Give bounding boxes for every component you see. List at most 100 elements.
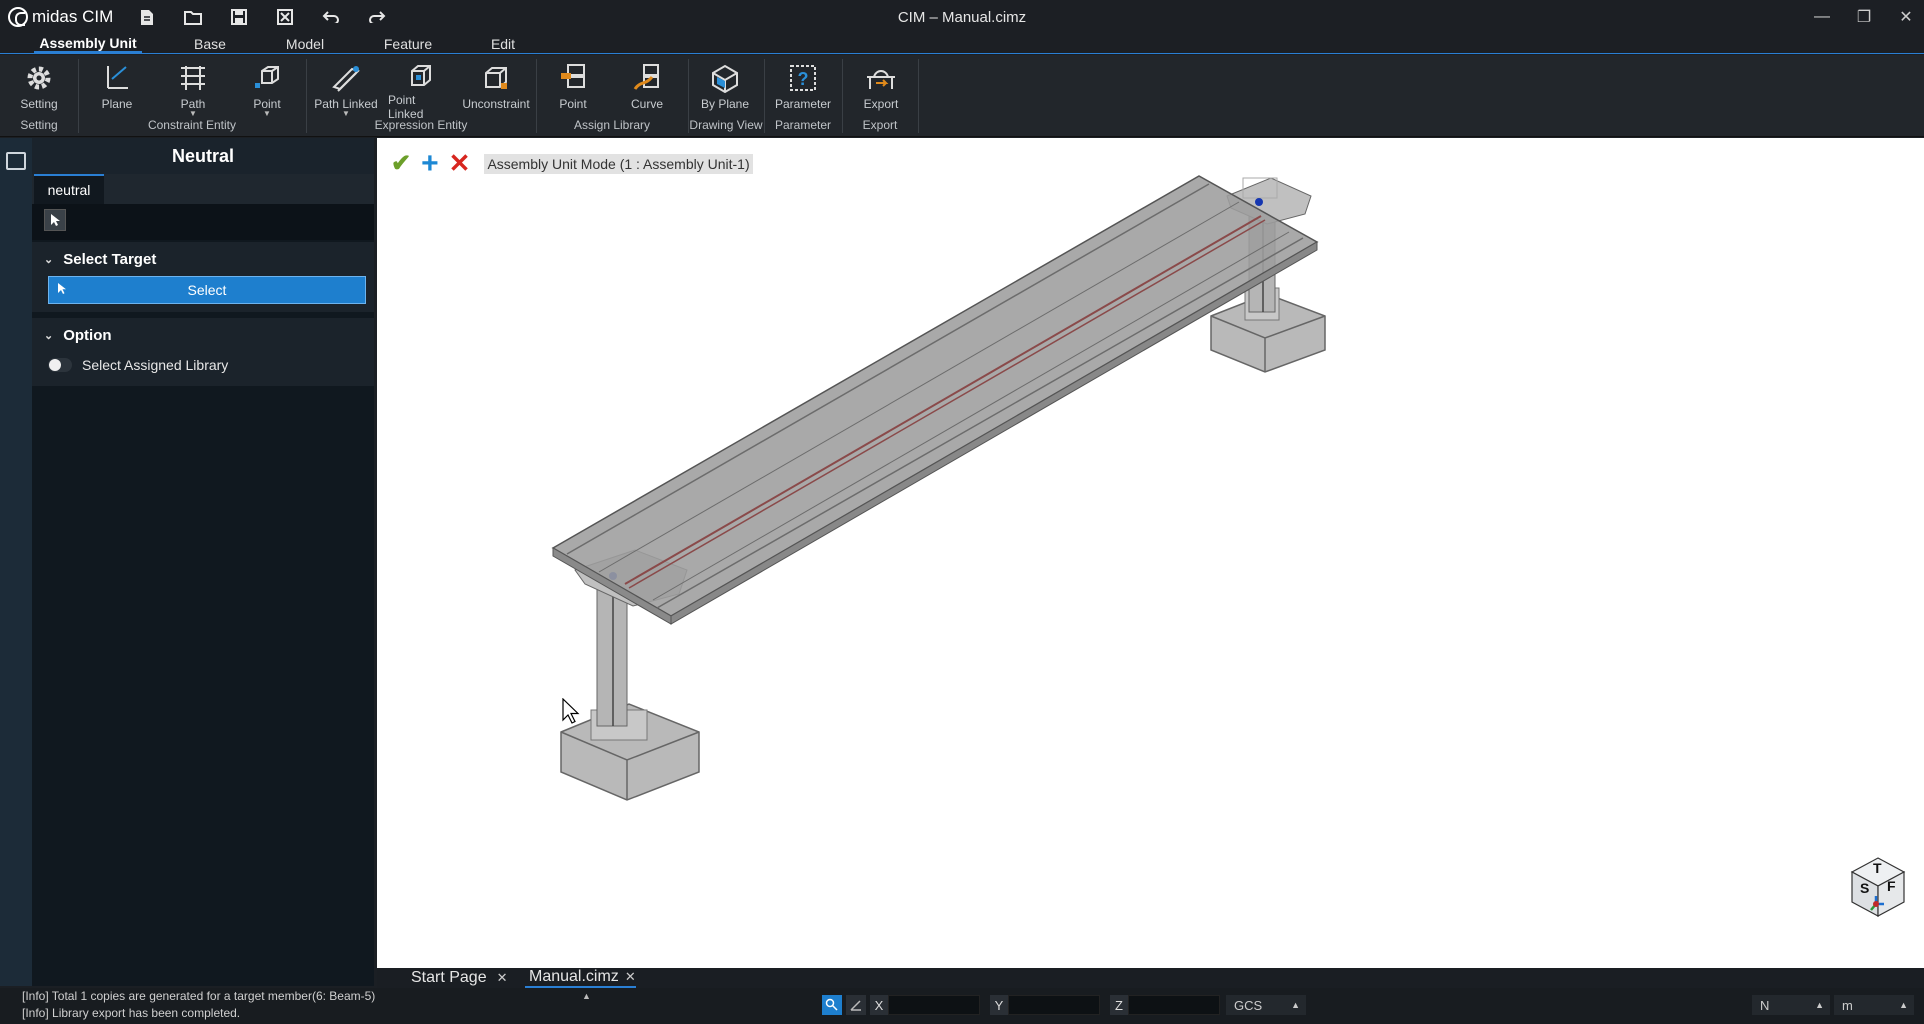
z-coordinate-input[interactable] [1128, 995, 1220, 1015]
view-cube[interactable]: T S F [1847, 854, 1909, 920]
point-button[interactable]: Point ▼ [236, 61, 298, 118]
x-coordinate-input[interactable] [888, 995, 980, 1015]
restore-icon[interactable]: ❐ [1846, 0, 1882, 34]
y-coordinate-input[interactable] [1008, 995, 1100, 1015]
close-tab-icon[interactable]: ✕ [625, 969, 636, 985]
x-label: X [870, 995, 888, 1015]
select-button-label: Select [187, 282, 227, 298]
group-label-constraint-entity: Constraint Entity [147, 118, 237, 132]
point-dropdown-arrow-icon: ▼ [263, 109, 271, 118]
window-controls: — ❐ ✕ [1798, 0, 1924, 34]
deck-slab [551, 175, 1319, 625]
group-label-export: Export [862, 118, 898, 132]
caret-up-icon: ▲ [1815, 1000, 1824, 1010]
tab-base[interactable]: Base [186, 34, 234, 54]
tab-model[interactable]: Model [282, 34, 328, 54]
status-bar: [Info] Total 1 copies are generated for … [0, 988, 1924, 1024]
redo-icon[interactable] [361, 2, 393, 32]
path-dropdown-arrow-icon: ▼ [189, 109, 197, 118]
panel-title: Neutral [32, 138, 374, 174]
x-coordinate: X [870, 995, 980, 1015]
panel-tabs: neutral [32, 174, 374, 204]
title-bar: midas CIM CIM – Manual.cimz — ❐ ✕ [0, 0, 1924, 34]
setting-label: Setting [20, 97, 58, 111]
point-linked-button[interactable]: Point Linked [388, 61, 454, 121]
option-header[interactable]: ⌄ Option [32, 318, 374, 352]
snap-toggle-icon[interactable] [822, 995, 842, 1015]
assign-point-button[interactable]: Point [542, 61, 604, 117]
doc-tab-manual[interactable]: Manual.cimz ✕ [525, 968, 636, 988]
view-cube-right: F [1887, 878, 1896, 894]
group-label-setting: Setting [20, 118, 58, 132]
tab-assembly-unit[interactable]: Assembly Unit [34, 34, 142, 54]
by-plane-button[interactable]: By Plane [694, 61, 756, 117]
select-assigned-library-label: Select Assigned Library [82, 357, 229, 373]
chevron-down-icon: ⌄ [44, 253, 54, 266]
svg-text:?: ? [798, 69, 809, 89]
select-assigned-library-toggle[interactable] [48, 358, 72, 372]
unconstraint-button[interactable]: Unconstraint [462, 61, 530, 117]
parameter-label: Parameter [774, 97, 832, 111]
z-coordinate: Z [1110, 995, 1220, 1015]
message-log: [Info] Total 1 copies are generated for … [22, 988, 375, 1022]
angle-snap-icon[interactable] [846, 995, 866, 1015]
app-window: midas CIM CIM – Manual.cimz — ❐ ✕ Assemb… [0, 0, 1924, 1024]
3d-viewport[interactable]: ✔ + ✕ Assembly Unit Mode (1 : Assembly U… [377, 138, 1924, 968]
parameter-button[interactable]: ? Parameter [772, 61, 834, 117]
path-linked-button[interactable]: Path Linked ▼ [314, 61, 378, 118]
group-label-parameter: Parameter [774, 118, 832, 132]
setting-button[interactable]: Setting [8, 61, 70, 117]
view-cube-left: S [1860, 880, 1870, 896]
log-message: [Info] Total 1 copies are generated for … [22, 989, 376, 1003]
path-button[interactable]: Path ▼ [162, 61, 224, 118]
close-file-icon[interactable] [269, 2, 301, 32]
panel-toolbar [32, 204, 374, 240]
plane-button[interactable]: Plane [86, 61, 148, 117]
by-plane-label: By Plane [700, 97, 750, 111]
y-label: Y [990, 995, 1008, 1015]
open-folder-icon[interactable] [177, 2, 209, 32]
neutral-panel: Neutral neutral ⌄ Select Target Select ⌄… [32, 138, 374, 986]
minimize-icon[interactable]: — [1804, 0, 1840, 34]
select-button[interactable]: Select [48, 276, 366, 304]
coordinate-system-select[interactable]: GCS ▲ [1226, 995, 1306, 1015]
cursor-icon [57, 282, 67, 298]
group-label-drawing-view: Drawing View [689, 118, 763, 132]
select-target-header[interactable]: ⌄ Select Target [32, 242, 374, 276]
pointer-icon[interactable] [44, 209, 66, 231]
tab-edit[interactable]: Edit [486, 34, 520, 54]
path-linked-icon [329, 61, 363, 95]
log-expand-icon[interactable]: ▲ [582, 991, 591, 1001]
tab-neutral[interactable]: neutral [34, 174, 104, 204]
select-target-title: Select Target [63, 250, 157, 268]
ribbon: Setting Plane Path ▼ Point ▼ Path Linked… [0, 55, 1924, 137]
doc-tab-start-page-label: Start Page [411, 969, 487, 986]
assign-curve-button[interactable]: Curve [616, 61, 678, 117]
chevron-down-icon: ⌄ [44, 329, 54, 342]
export-label: Export [863, 97, 899, 111]
length-unit-value: m [1842, 997, 1853, 1013]
plane-icon [100, 61, 134, 95]
close-tab-icon[interactable]: ✕ [497, 970, 508, 986]
save-icon[interactable] [223, 2, 255, 32]
undo-icon[interactable] [315, 2, 347, 32]
unconstraint-label: Unconstraint [462, 97, 530, 111]
bridge-model [551, 175, 1326, 801]
doc-tab-start-page[interactable]: Start Page ✕ [411, 968, 508, 988]
force-unit-select[interactable]: N ▲ [1752, 995, 1830, 1015]
monitor-icon[interactable] [6, 152, 26, 170]
force-unit-value: N [1760, 997, 1770, 1013]
parameter-icon: ? [786, 61, 820, 95]
group-label-expression-entity: Expression Entity [374, 118, 468, 132]
new-file-icon[interactable] [131, 2, 163, 32]
length-unit-select[interactable]: m ▲ [1834, 995, 1914, 1015]
caret-up-icon: ▲ [1291, 1000, 1300, 1010]
close-window-icon[interactable]: ✕ [1888, 0, 1924, 34]
export-icon [864, 61, 898, 95]
point-linked-icon [404, 61, 438, 91]
export-button[interactable]: Export [850, 61, 912, 117]
tab-feature[interactable]: Feature [380, 34, 436, 54]
option-title: Option [63, 326, 112, 344]
library-point-icon [556, 61, 590, 95]
library-curve-icon [630, 61, 664, 95]
